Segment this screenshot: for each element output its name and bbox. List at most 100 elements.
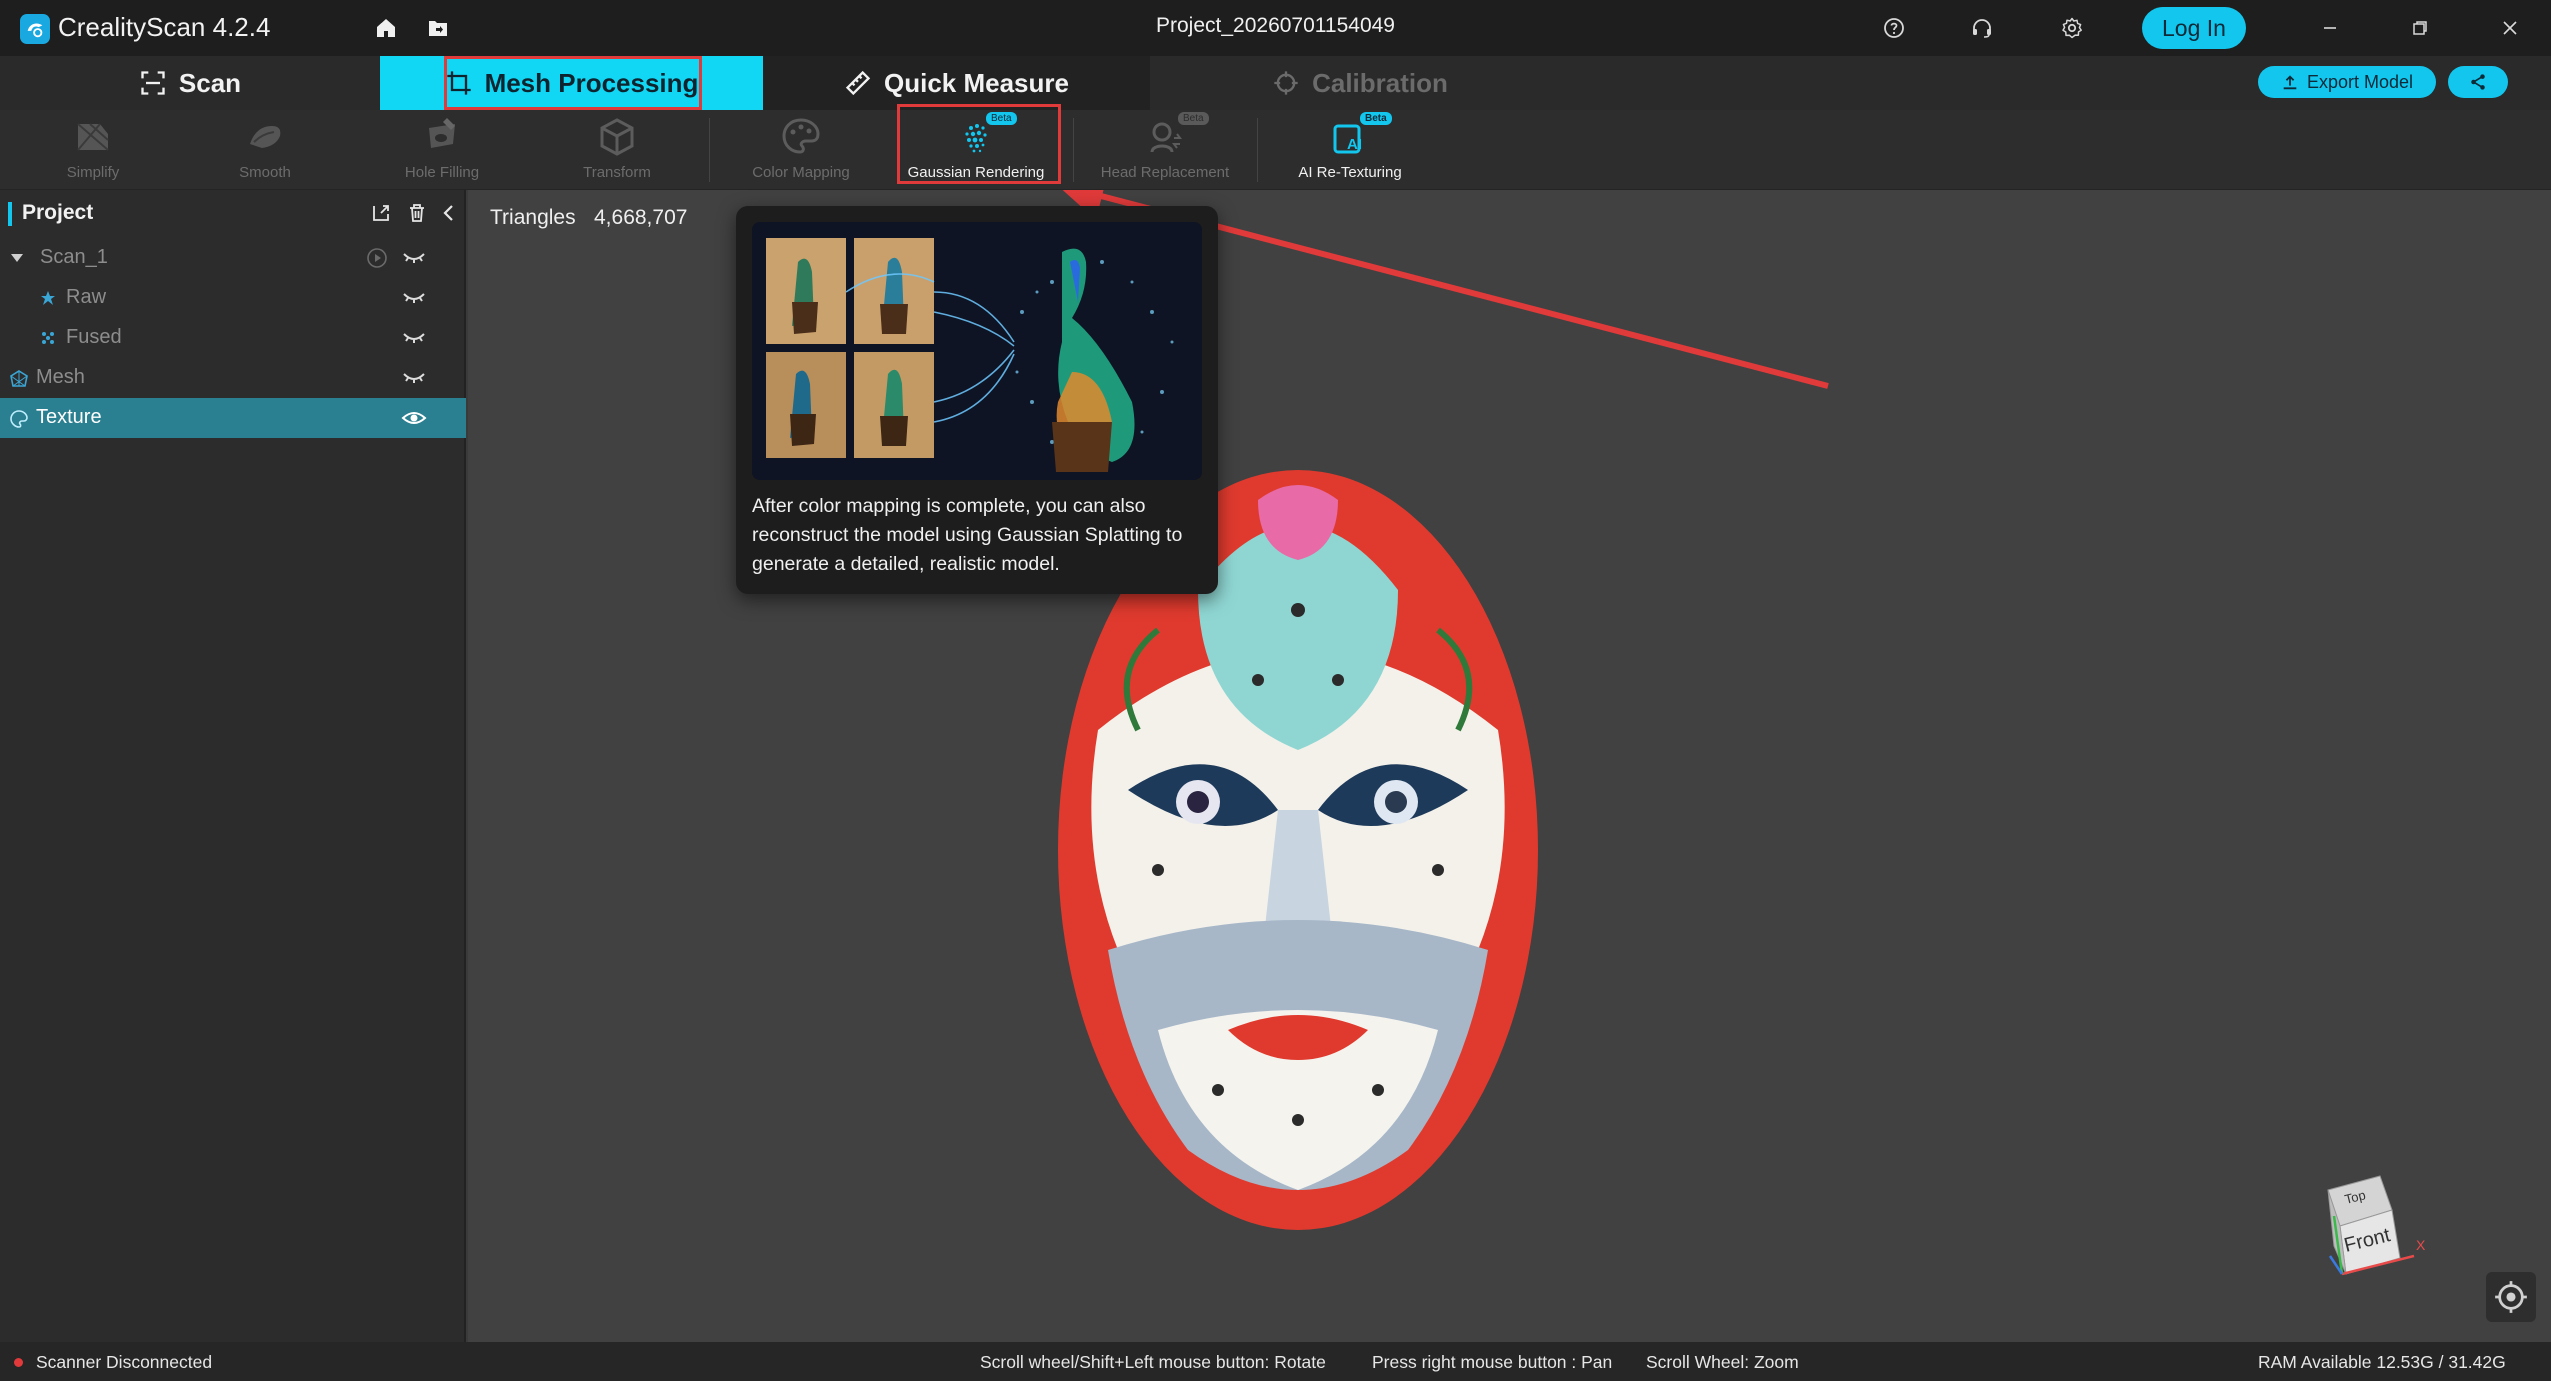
tool-smooth-label: Smooth xyxy=(239,164,291,181)
login-button[interactable]: Log In xyxy=(2142,7,2246,49)
transform-icon xyxy=(600,118,634,156)
hidden-eye-icon[interactable] xyxy=(400,286,432,310)
hidden-eye-icon[interactable] xyxy=(400,366,432,390)
tooltip-description: After color mapping is complete, you can… xyxy=(752,495,1183,575)
tree-item-label: Mesh xyxy=(36,366,85,388)
triangles-count: 4,668,707 xyxy=(594,206,688,229)
tree-item-label: Scan_1 xyxy=(40,246,108,268)
app-logo-icon xyxy=(20,14,50,44)
tool-head-replacement-label: Head Replacement xyxy=(1100,164,1230,181)
import-icon[interactable] xyxy=(368,200,394,226)
hint-pan: Press right mouse button : Pan xyxy=(1372,1352,1613,1372)
target-reset-icon xyxy=(2495,1281,2527,1313)
project-panel: Project Scan_1 Raw Fused Mesh Texture xyxy=(0,190,466,1342)
tool-color-mapping-label: Color Mapping xyxy=(752,164,850,181)
scanner-status: Scanner Disconnected xyxy=(36,1352,213,1372)
mesh-icon xyxy=(10,370,28,387)
restore-icon[interactable] xyxy=(2406,14,2434,42)
tree-item-label: Texture xyxy=(36,406,102,428)
settings-gear-icon[interactable] xyxy=(2058,14,2086,42)
open-folder-icon[interactable] xyxy=(424,14,452,42)
color-mapping-icon xyxy=(782,118,820,154)
support-headset-icon[interactable] xyxy=(1968,14,1996,42)
mesh-tool-toolbar: Simplify Smooth Hole Filling Transform C… xyxy=(0,104,2551,190)
tab-quick-measure[interactable]: Quick Measure xyxy=(763,56,1150,110)
status-bar: Scanner Disconnected Scroll wheel/Shift+… xyxy=(0,1342,2551,1381)
fused-points-icon xyxy=(42,332,54,344)
gaussian-rendering-tooltip: After color mapping is complete, you can… xyxy=(736,206,1218,594)
tree-item-label: Raw xyxy=(66,286,107,308)
app-name: CrealityScan 4.2.4 xyxy=(58,12,271,42)
tool-head-replacement[interactable]: Beta Head Replacement xyxy=(1090,110,1240,190)
toolbar-divider xyxy=(1073,118,1074,182)
tool-simplify[interactable]: Simplify xyxy=(38,110,148,190)
project-panel-header: Project xyxy=(0,190,466,236)
home-icon[interactable] xyxy=(372,14,400,42)
minimize-icon[interactable] xyxy=(2316,14,2344,42)
tree-item-label: Fused xyxy=(66,326,122,348)
hidden-eye-icon[interactable] xyxy=(400,326,432,350)
scan-frame-icon xyxy=(141,71,165,95)
crosshair-icon xyxy=(1274,71,1298,95)
beta-badge: Beta xyxy=(1178,112,1209,125)
help-icon[interactable] xyxy=(1880,14,1908,42)
view-orientation-cube[interactable]: Top Front X xyxy=(2316,1166,2426,1286)
mode-tab-bar: Scan Mesh Processing Quick Measure Calib… xyxy=(0,56,2551,110)
texture-palette-icon xyxy=(10,410,28,428)
delete-trash-icon[interactable] xyxy=(404,200,430,226)
visible-eye-icon[interactable] xyxy=(400,406,432,430)
ram-available: RAM Available 12.53G / 31.42G xyxy=(2258,1352,2506,1372)
axis-x-label: X xyxy=(2416,1237,2426,1253)
tool-ai-retexturing-label: AI Re-Texturing xyxy=(1298,164,1402,181)
tab-scan-label: Scan xyxy=(178,67,242,98)
expand-caret-icon[interactable] xyxy=(10,252,24,264)
app-window: CrealityScan 4.2.4 Project_2026070115404… xyxy=(0,0,2551,1381)
tab-calibration[interactable]: Calibration xyxy=(1150,56,1570,110)
share-button[interactable] xyxy=(2448,66,2508,98)
project-title: Project_20260701154049 xyxy=(1156,14,1395,37)
tab-quick-measure-label: Quick Measure xyxy=(884,67,1069,98)
tab-scan[interactable]: Scan xyxy=(0,56,380,110)
title-bar: CrealityScan 4.2.4 Project_2026070115404… xyxy=(0,0,2551,56)
tool-simplify-label: Simplify xyxy=(66,164,120,181)
toolbar-divider xyxy=(709,118,710,182)
tool-transform-label: Transform xyxy=(583,164,651,181)
tree-item-scan-1[interactable]: Scan_1 xyxy=(0,238,466,278)
export-model-label: Export Model xyxy=(2306,71,2414,92)
export-icon xyxy=(2283,75,2297,90)
gaussian-splatting-preview-image xyxy=(752,222,1202,480)
reset-view-button[interactable] xyxy=(2486,1272,2536,1322)
hint-zoom: Scroll Wheel: Zoom xyxy=(1646,1352,1799,1372)
highlight-box-mesh-tab xyxy=(444,56,702,110)
tool-transform[interactable]: Transform xyxy=(562,110,672,190)
tree-item-fused[interactable]: Fused xyxy=(0,318,466,358)
hidden-eye-icon[interactable] xyxy=(400,246,432,270)
collapse-panel-icon[interactable] xyxy=(436,200,462,226)
project-panel-title: Project xyxy=(22,201,94,224)
scanner-status-dot xyxy=(14,1358,23,1367)
ruler-icon xyxy=(845,70,871,96)
tree-item-mesh[interactable]: Mesh xyxy=(0,358,466,398)
tree-item-raw[interactable]: Raw xyxy=(0,278,466,318)
tool-smooth[interactable]: Smooth xyxy=(210,110,320,190)
panel-accent-bar xyxy=(8,202,12,226)
triangles-label: Triangles xyxy=(490,206,576,229)
tool-color-mapping[interactable]: Color Mapping xyxy=(740,110,862,190)
tool-ai-retexturing[interactable]: Beta AI AI Re-Texturing xyxy=(1274,110,1426,190)
hole-filling-icon xyxy=(429,118,455,148)
ai-icon-text: AI xyxy=(1347,136,1362,153)
toolbar-divider xyxy=(1257,118,1258,182)
highlight-box-gaussian-rendering xyxy=(897,104,1061,184)
smooth-icon xyxy=(250,126,281,148)
beta-badge: Beta xyxy=(1360,112,1392,125)
simplify-icon xyxy=(77,123,109,151)
tree-item-texture[interactable]: Texture xyxy=(0,398,466,438)
share-icon xyxy=(2471,74,2485,90)
close-icon[interactable] xyxy=(2496,14,2524,42)
tool-hole-filling-label: Hole Filling xyxy=(404,164,480,181)
tool-hole-filling[interactable]: Hole Filling xyxy=(386,110,498,190)
export-model-button[interactable]: Export Model xyxy=(2258,66,2436,98)
tab-calibration-label: Calibration xyxy=(1312,67,1448,98)
hint-rotate: Scroll wheel/Shift+Left mouse button: Ro… xyxy=(980,1352,1326,1372)
play-replay-icon[interactable] xyxy=(366,247,388,269)
